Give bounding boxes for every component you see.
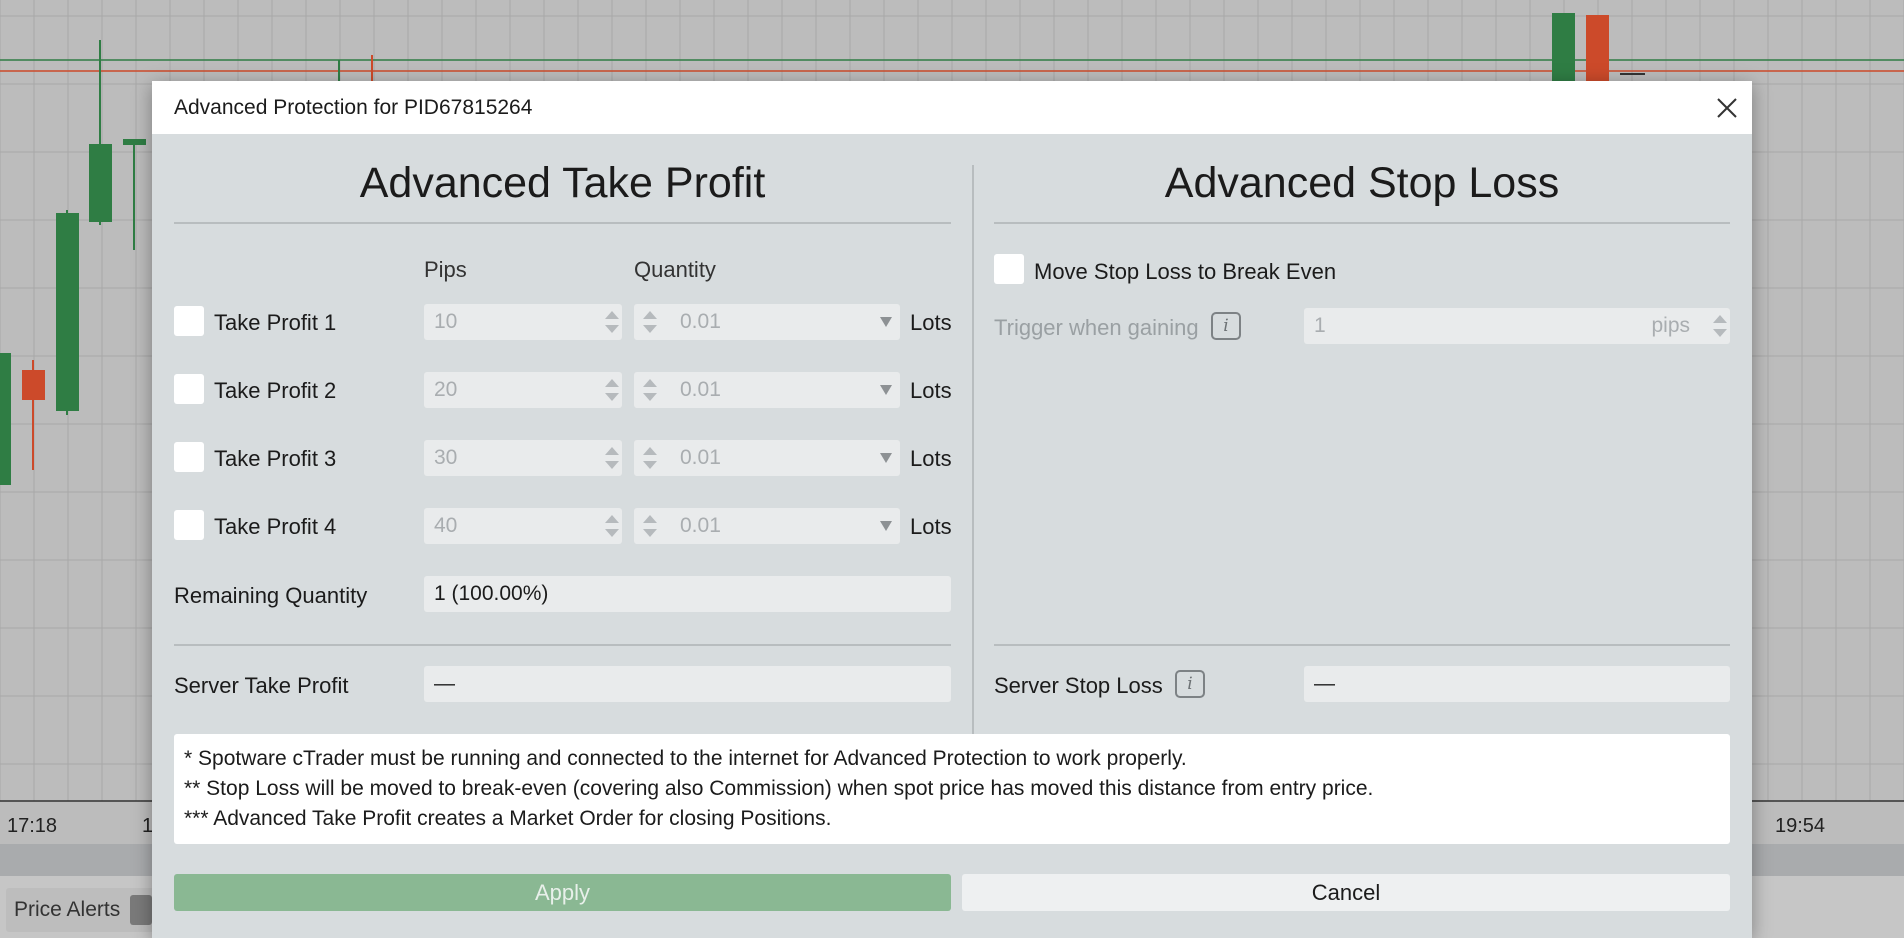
candle xyxy=(1586,15,1609,81)
stop-loss-heading: Advanced Stop Loss xyxy=(1164,159,1560,207)
server-take-profit-label: Server Take Profit xyxy=(174,673,349,698)
take-profit-heading: Advanced Take Profit xyxy=(359,159,766,207)
take-profit-4-pips-value: 40 xyxy=(434,514,458,537)
apply-button[interactable]: Apply xyxy=(174,874,951,911)
take-profit-2-unit: Lots xyxy=(910,378,952,403)
quantity-stepper-icon[interactable] xyxy=(640,443,658,473)
take-profit-2-pips-input[interactable]: 20 xyxy=(424,372,622,408)
take-profit-1-pips-value: 10 xyxy=(434,310,458,333)
chevron-down-icon xyxy=(880,385,892,395)
take-profit-4-unit: Lots xyxy=(910,514,952,539)
trigger-unit: pips xyxy=(1651,314,1690,337)
server-stop-loss-label: Server Stop Loss xyxy=(994,673,1163,698)
take-profit-1-checkbox[interactable] xyxy=(174,306,204,336)
quantity-stepper-icon[interactable] xyxy=(640,511,658,541)
break-even-checkbox[interactable] xyxy=(994,254,1024,284)
candle xyxy=(89,144,112,222)
note-line: * Spotware cTrader must be running and c… xyxy=(184,747,1187,770)
pips-stepper-icon[interactable] xyxy=(602,375,620,405)
pips-header: Pips xyxy=(424,257,467,282)
take-profit-3-label: Take Profit 3 xyxy=(214,446,337,471)
take-profit-2-pips-value: 20 xyxy=(434,378,458,401)
remaining-quantity-label: Remaining Quantity xyxy=(174,583,368,608)
take-profit-4-label: Take Profit 4 xyxy=(214,514,337,539)
chevron-down-icon xyxy=(880,317,892,327)
note-line: *** Advanced Take Profit creates a Marke… xyxy=(184,807,832,830)
quantity-stepper-icon[interactable] xyxy=(640,375,658,405)
dialog-title: Advanced Protection for PID67815264 xyxy=(174,96,533,119)
take-profit-4-pips-input[interactable]: 40 xyxy=(424,508,622,544)
price-alerts-count-badge xyxy=(130,895,153,925)
trigger-label: Trigger when gaining xyxy=(994,315,1199,340)
server-stop-loss-value: — xyxy=(1314,672,1335,695)
candle xyxy=(22,370,45,400)
candle xyxy=(0,353,11,485)
candle xyxy=(1552,13,1575,81)
cancel-button[interactable]: Cancel xyxy=(962,874,1730,911)
price-alerts-label: Price Alerts xyxy=(14,898,121,921)
take-profit-1-quantity-dropdown[interactable]: 0.01 xyxy=(634,304,900,340)
remaining-quantity-field: 1 (100.00%) xyxy=(424,576,951,612)
advanced-protection-dialog: Advanced Protection for PID67815264 Adva… xyxy=(152,81,1752,938)
server-take-profit-value: — xyxy=(434,672,455,695)
candle xyxy=(56,213,79,411)
price-alerts-tab[interactable]: Price Alerts xyxy=(6,888,161,932)
trigger-value: 1 xyxy=(1314,314,1326,337)
take-profit-3-pips-value: 30 xyxy=(434,446,458,469)
pips-stepper-icon[interactable] xyxy=(602,307,620,337)
pips-stepper-icon[interactable] xyxy=(602,511,620,541)
notes-box: * Spotware cTrader must be running and c… xyxy=(174,734,1730,844)
take-profit-4-checkbox[interactable] xyxy=(174,510,204,540)
candle xyxy=(123,139,146,145)
break-even-label: Move Stop Loss to Break Even xyxy=(1034,259,1337,284)
dialog-header: Advanced Protection for PID67815264 xyxy=(152,81,1752,134)
take-profit-1-unit: Lots xyxy=(910,310,952,335)
note-line: ** Stop Loss will be moved to break-even… xyxy=(184,777,1374,800)
take-profit-2-checkbox[interactable] xyxy=(174,374,204,404)
take-profit-3-checkbox[interactable] xyxy=(174,442,204,472)
server-take-profit-field: — xyxy=(424,666,951,702)
take-profit-1-label: Take Profit 1 xyxy=(214,310,337,335)
chevron-down-icon xyxy=(880,521,892,531)
quantity-stepper-icon[interactable] xyxy=(640,307,658,337)
take-profit-2-quantity-dropdown[interactable]: 0.01 xyxy=(634,372,900,408)
divider xyxy=(994,222,1730,224)
pips-stepper-icon[interactable] xyxy=(602,443,620,473)
take-profit-3-pips-input[interactable]: 30 xyxy=(424,440,622,476)
trigger-pips-input[interactable]: 1 pips xyxy=(1304,308,1730,344)
time-label-1: 17:18 xyxy=(7,815,58,837)
server-stop-loss-field: — xyxy=(1304,666,1730,702)
take-profit-3-unit: Lots xyxy=(910,446,952,471)
divider xyxy=(174,644,951,646)
info-icon[interactable]: i xyxy=(1175,670,1205,698)
column-divider xyxy=(972,165,974,776)
chevron-down-icon xyxy=(880,453,892,463)
quantity-header: Quantity xyxy=(634,257,716,282)
divider xyxy=(994,644,1730,646)
close-icon[interactable] xyxy=(1712,93,1742,123)
take-profit-3-quantity-dropdown[interactable]: 0.01 xyxy=(634,440,900,476)
take-profit-1-pips-input[interactable]: 10 xyxy=(424,304,622,340)
pips-stepper-icon[interactable] xyxy=(1710,311,1728,341)
info-icon[interactable]: i xyxy=(1211,312,1241,340)
take-profit-4-quantity-dropdown[interactable]: 0.01 xyxy=(634,508,900,544)
time-label-3: 19:54 xyxy=(1775,815,1826,837)
take-profit-2-label: Take Profit 2 xyxy=(214,378,337,403)
remaining-quantity-value: 1 (100.00%) xyxy=(434,582,549,605)
divider xyxy=(174,222,951,224)
